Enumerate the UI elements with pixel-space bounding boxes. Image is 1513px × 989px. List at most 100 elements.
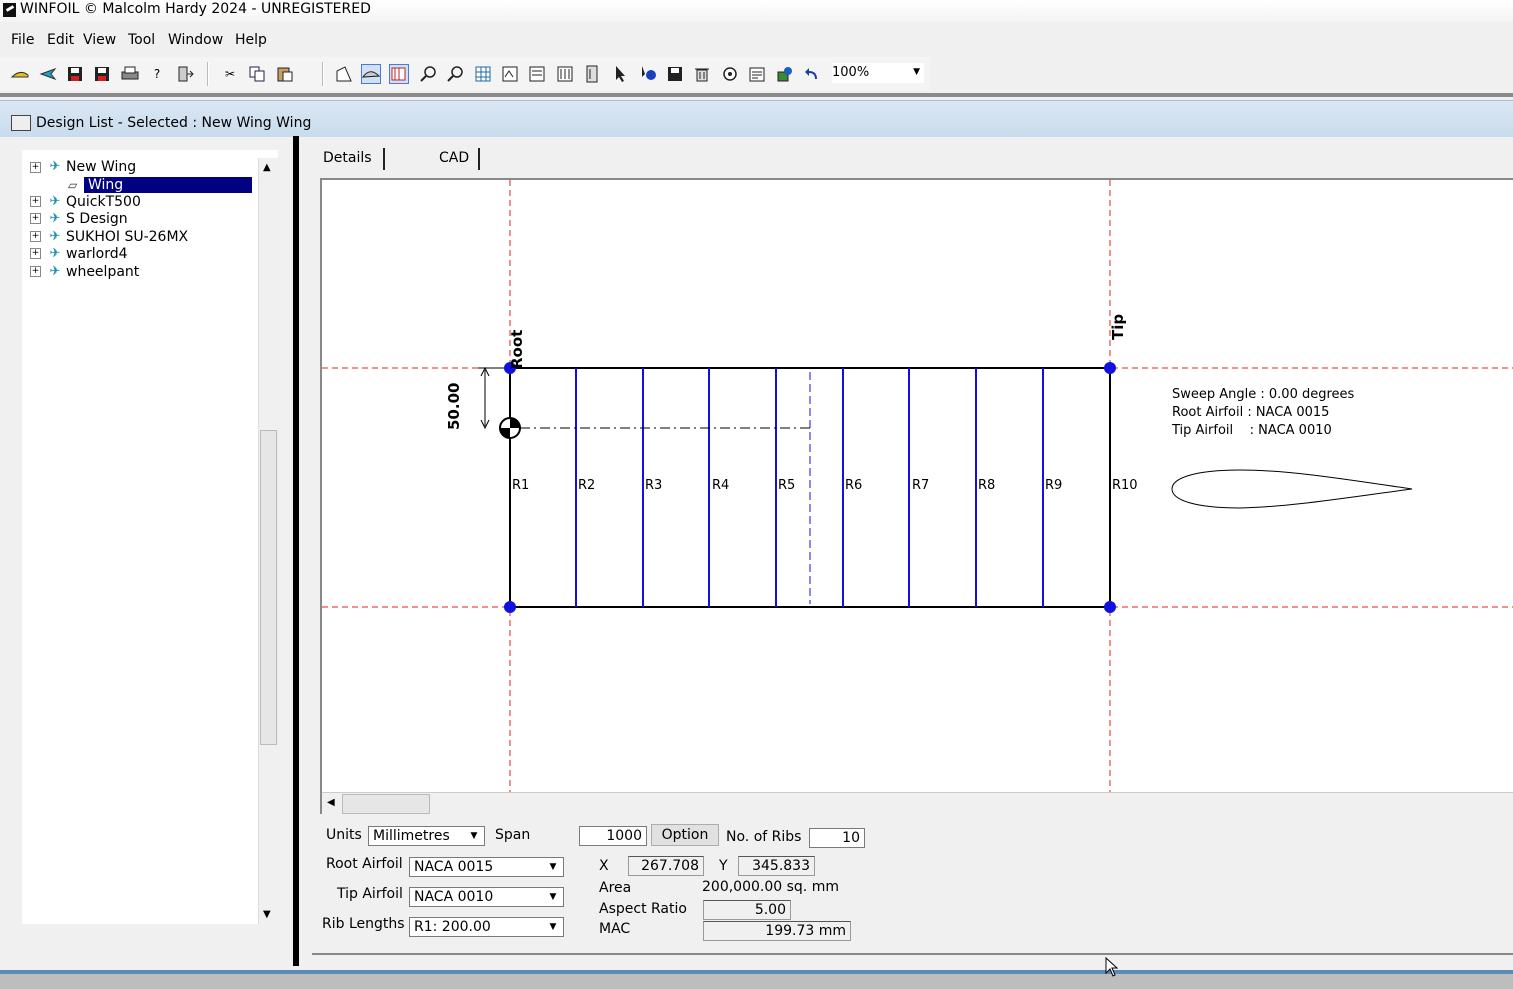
tool-1-icon[interactable] [500, 64, 520, 84]
scroll-thumb[interactable] [342, 794, 430, 814]
plane-icon: ✈ [49, 264, 61, 279]
expand-icon[interactable]: + [30, 248, 41, 259]
save-as-icon[interactable] [92, 64, 112, 84]
menu-help[interactable]: Help [235, 32, 267, 48]
expand-icon[interactable]: + [30, 231, 41, 242]
paste-icon[interactable] [275, 64, 295, 84]
tool-2-icon[interactable] [527, 64, 547, 84]
tree-item-new-wing[interactable]: ✈ New Wing [47, 158, 137, 175]
zoom-value: 100% [832, 65, 870, 80]
tip-airfoil-select[interactable]: NACA 0010 ▼ [409, 887, 564, 907]
save-disk-icon[interactable] [665, 64, 685, 84]
tab-details[interactable]: Details [313, 148, 385, 170]
tool-4-icon[interactable] [582, 64, 602, 84]
menu-tool[interactable]: Tool [128, 32, 155, 48]
import-icon[interactable] [175, 64, 195, 84]
menu-window[interactable]: Window [168, 32, 223, 48]
expand-icon[interactable]: + [30, 266, 41, 277]
scroll-down-icon[interactable]: ▼ [263, 909, 271, 920]
root-airfoil-label: Root Airfoil [326, 856, 403, 872]
airfoil-view-icon[interactable] [361, 64, 381, 84]
tool-3-icon[interactable] [555, 64, 575, 84]
units-select[interactable]: Millimetres ▼ [368, 826, 485, 846]
grid-icon[interactable] [473, 64, 493, 84]
root-te-point [504, 601, 516, 613]
zoom-select[interactable]: 100% ▼ [832, 63, 924, 83]
aspect-ratio-label: Aspect Ratio [599, 901, 687, 917]
copy-icon[interactable] [247, 64, 267, 84]
plane-icon: ✈ [49, 211, 61, 226]
tree-scrollbar[interactable]: ▲ ▼ [258, 158, 278, 924]
menu-edit[interactable]: Edit [47, 32, 74, 48]
tree-item-warlord4[interactable]: ✈ warlord4 [47, 245, 128, 262]
scroll-thumb[interactable] [260, 430, 277, 745]
menu-file[interactable]: File [11, 32, 34, 48]
rib-label: R1 [512, 478, 529, 493]
plane-icon: ✈ [49, 246, 61, 261]
zoom-in-icon[interactable] [418, 64, 438, 84]
scroll-left-icon[interactable]: ◀ [327, 797, 335, 808]
plane-icon: ✈ [49, 159, 61, 174]
tip-le-point [1104, 362, 1116, 374]
tree-item-wing[interactable]: ▱ Wing [68, 176, 252, 193]
root-label: Root [508, 330, 526, 369]
dimension-label: 50.00 [445, 383, 463, 430]
tree-item-wheelpant[interactable]: ✈ wheelpant [47, 263, 140, 280]
menu-view[interactable]: View [83, 32, 116, 48]
rib-lengths-select[interactable]: R1: 200.00 ▼ [409, 917, 564, 937]
wing-icon: ▱ [68, 177, 78, 192]
tab-cad[interactable]: CAD [429, 148, 480, 170]
plan-view-icon[interactable] [334, 64, 354, 84]
design-list-icon [11, 115, 31, 131]
y-value: 345.833 [738, 856, 815, 876]
rib-label: R7 [912, 478, 929, 493]
refresh-icon[interactable] [775, 64, 795, 84]
scroll-up-icon[interactable]: ▲ [263, 162, 271, 173]
save-icon[interactable] [65, 64, 85, 84]
options-icon[interactable] [720, 64, 740, 84]
rib-label: R2 [578, 478, 595, 493]
pane-splitter[interactable] [293, 136, 299, 966]
rib-view-icon[interactable] [389, 64, 409, 84]
tree-item-sukhoi[interactable]: ✈ SUKHOI SU-26MX [47, 228, 189, 245]
expand-icon[interactable]: + [30, 162, 41, 173]
select-icon[interactable] [638, 64, 658, 84]
chevron-down-icon: ▼ [549, 862, 557, 872]
undo-icon[interactable] [802, 64, 822, 84]
tree-item-quickt500[interactable]: ✈ QuickT500 [47, 193, 141, 210]
mac-label: MAC [599, 921, 631, 937]
expand-icon[interactable]: + [30, 213, 41, 224]
title-bar: WINFOIL © Malcolm Hardy 2024 - UNREGISTE… [0, 0, 1513, 22]
delete-icon[interactable] [692, 64, 712, 84]
x-label: X [599, 858, 609, 874]
open-wing-icon[interactable] [10, 64, 30, 84]
units-label: Units [326, 827, 362, 843]
status-bar [0, 974, 1513, 989]
airfoil-shape [1171, 469, 1413, 509]
option-button[interactable]: Option [651, 824, 719, 846]
tip-label: Tip [1109, 314, 1127, 340]
tip-airfoil-label: Tip Airfoil [337, 886, 403, 902]
wing-drawing-canvas[interactable]: Root Tip 50.00 R1 R2 R3 R4 R5 R6 R7 R8 R… [320, 178, 1513, 814]
properties-icon[interactable] [747, 64, 767, 84]
root-airfoil-select[interactable]: NACA 0015 ▼ [409, 857, 564, 877]
tip-airfoil-text: Tip Airfoil : NACA 0010 [1171, 423, 1332, 438]
tree-item-s-design[interactable]: ✈ S Design [47, 210, 128, 227]
print-icon[interactable] [120, 64, 140, 84]
help-icon[interactable]: ? [147, 64, 167, 84]
new-design-icon[interactable] [38, 64, 58, 84]
no-of-ribs-input[interactable]: 10 [809, 828, 865, 848]
chevron-down-icon: ▼ [470, 831, 478, 841]
span-input[interactable]: 1000 [579, 826, 647, 846]
root-airfoil-text: Root Airfoil : NACA 0015 [1172, 405, 1329, 420]
cut-icon[interactable]: ✂ [220, 64, 240, 84]
app-icon [3, 3, 16, 17]
rib-label: R9 [1045, 478, 1062, 493]
tip-te-point [1104, 601, 1116, 613]
pointer-icon[interactable] [610, 64, 630, 84]
zoom-out-icon[interactable] [445, 64, 465, 84]
canvas-hscrollbar[interactable]: ◀ [322, 792, 1513, 815]
panel-divider [312, 953, 1513, 955]
expand-icon[interactable]: + [30, 196, 41, 207]
sweep-angle-text: Sweep Angle : 0.00 degrees [1172, 387, 1355, 402]
